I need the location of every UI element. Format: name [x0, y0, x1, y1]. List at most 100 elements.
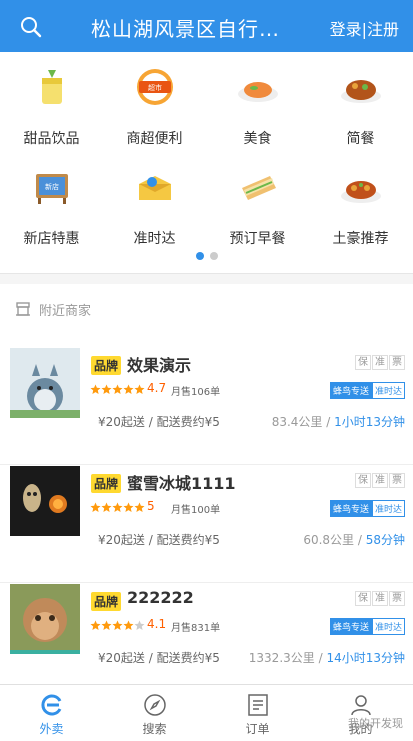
- tab-label: 搜索: [142, 722, 167, 736]
- tab-profile[interactable]: 我的: [309, 685, 412, 741]
- delivery-tags: 蜂鸟专送 准时达: [329, 618, 405, 635]
- monthly-sales: 月售831单: [171, 623, 221, 634]
- nearby-header: 附近商家: [15, 298, 91, 320]
- ontime-tag: 准时达: [371, 500, 405, 517]
- star-icon: [123, 620, 134, 630]
- category-item[interactable]: 超市 商超便利: [103, 52, 206, 152]
- page-indicator: [0, 245, 413, 264]
- star-icon: [112, 620, 123, 630]
- delivery-fee: ¥20起送 / 配送费约¥5: [98, 415, 220, 429]
- fengniao-tag: 蜂鸟专送: [329, 500, 372, 517]
- tab-search[interactable]: 搜索: [103, 685, 206, 741]
- delivery-fee: ¥20起送 / 配送费约¥5: [98, 651, 220, 665]
- service-tag: 票: [389, 355, 405, 370]
- star-icon: [90, 620, 101, 630]
- recommend-icon: [337, 166, 385, 208]
- store-icon: [16, 302, 30, 316]
- service-tag: 准: [372, 591, 388, 606]
- category-item[interactable]: 美食: [206, 52, 309, 152]
- star-icon: [134, 620, 145, 630]
- distance: 83.4公里: [271, 415, 323, 429]
- service-tag: 票: [389, 591, 405, 606]
- category-item[interactable]: 准时达: [103, 152, 206, 252]
- star-icon: [123, 502, 134, 512]
- star-icon: [134, 502, 145, 512]
- service-tags: 保 准 票: [354, 355, 405, 370]
- monthly-sales: 月售106单: [171, 387, 221, 398]
- watermark-text: 我的开发现: [348, 717, 403, 730]
- service-tag: 保: [355, 591, 371, 606]
- shop-thumbnail: [10, 466, 80, 536]
- breakfast-icon: [234, 166, 282, 208]
- on-time-icon: [131, 166, 179, 208]
- new-store-icon: 新店: [28, 166, 76, 208]
- category-item[interactable]: 甜品饮品: [0, 52, 103, 152]
- svg-text:新店: 新店: [45, 182, 59, 191]
- page-dot[interactable]: [209, 252, 218, 260]
- fengniao-tag: 蜂鸟专送: [329, 618, 372, 635]
- star-icon: [123, 384, 134, 394]
- food-icon: [234, 66, 282, 108]
- ontime-tag: 准时达: [371, 382, 405, 399]
- star-icon: [90, 384, 101, 394]
- service-tags: 保 准 票: [354, 591, 405, 606]
- distance: 60.8公里: [303, 533, 355, 547]
- delivery-time: 1小时13分钟: [334, 415, 405, 429]
- rating-value: 5: [147, 499, 155, 513]
- star-icon: [101, 620, 112, 630]
- category-label: 美食: [243, 131, 272, 147]
- shop-thumbnail: [10, 348, 80, 418]
- tab-takeout[interactable]: 外卖: [0, 685, 103, 741]
- category-item[interactable]: 预订早餐: [206, 152, 309, 252]
- tab-orders[interactable]: 订单: [206, 685, 309, 741]
- shop-item[interactable]: 品牌 蜜雪冰城1111 保 准 票 5 月售100单 蜂鸟专送 准时达 ¥20起…: [0, 466, 413, 583]
- brand-badge: 品牌: [91, 474, 122, 493]
- svg-text:超市: 超市: [148, 83, 162, 92]
- nearby-section: 附近商家 品牌 效果演示 保 准 票 4.7 月售106单 蜂鸟专送 准时达 ¥…: [0, 284, 413, 701]
- category-label: 简餐: [346, 131, 375, 147]
- monthly-sales: 月售100单: [171, 505, 221, 516]
- service-tags: 保 准 票: [354, 473, 405, 488]
- location-title[interactable]: 松山湖风景区自行…: [91, 13, 301, 42]
- order-icon: [246, 693, 270, 717]
- star-icon: [90, 502, 101, 512]
- category-item[interactable]: 土豪推荐: [309, 152, 412, 252]
- delivery-time: 14小时13分钟: [326, 651, 405, 665]
- shop-name: 效果演示: [127, 356, 192, 375]
- compass-icon: [143, 693, 167, 717]
- delivery-tags: 蜂鸟专送 准时达: [329, 382, 405, 399]
- takeout-icon: [40, 693, 64, 717]
- header-bar: 松山湖风景区自行… 登录|注册: [0, 0, 413, 52]
- user-icon: [349, 693, 373, 717]
- star-icon: [112, 502, 123, 512]
- fengniao-tag: 蜂鸟专送: [329, 382, 372, 399]
- category-panel: 甜品饮品 超市 商超便利 美食 简餐 新店 新店特惠 准时达 预订早餐 土豪推荐: [0, 52, 413, 274]
- shop-name: 蜜雪冰城1111: [127, 474, 236, 493]
- category-item[interactable]: 简餐: [309, 52, 412, 152]
- nearby-title: 附近商家: [39, 303, 92, 319]
- delivery-tags: 蜂鸟专送 准时达: [329, 500, 405, 517]
- distance-time: 83.4公里 / 1小时13分钟: [271, 415, 405, 429]
- simple-meal-icon: [337, 66, 385, 108]
- supermarket-icon: 超市: [131, 66, 179, 108]
- service-tag: 保: [355, 473, 371, 488]
- rating-value: 4.1: [147, 617, 167, 631]
- shop-item[interactable]: 品牌 效果演示 保 准 票 4.7 月售106单 蜂鸟专送 准时达 ¥20起送 …: [0, 348, 413, 465]
- star-rating: [90, 384, 145, 395]
- distance: 1332.3公里: [248, 651, 315, 665]
- star-icon: [101, 502, 112, 512]
- star-icon: [134, 384, 145, 394]
- star-rating: [90, 620, 145, 631]
- brand-badge: 品牌: [91, 356, 122, 375]
- category-label: 甜品饮品: [23, 131, 80, 147]
- service-tag: 票: [389, 473, 405, 488]
- star-rating: [90, 502, 145, 513]
- ontime-tag: 准时达: [371, 618, 405, 635]
- rating-value: 4.7: [147, 381, 167, 395]
- search-icon[interactable]: [19, 15, 43, 39]
- distance-time: 60.8公里 / 58分钟: [303, 533, 405, 547]
- category-item[interactable]: 新店 新店特惠: [0, 152, 103, 252]
- page-dot-active[interactable]: [195, 252, 204, 260]
- login-register-link[interactable]: 登录|注册: [330, 16, 399, 40]
- drink-icon: [28, 66, 76, 108]
